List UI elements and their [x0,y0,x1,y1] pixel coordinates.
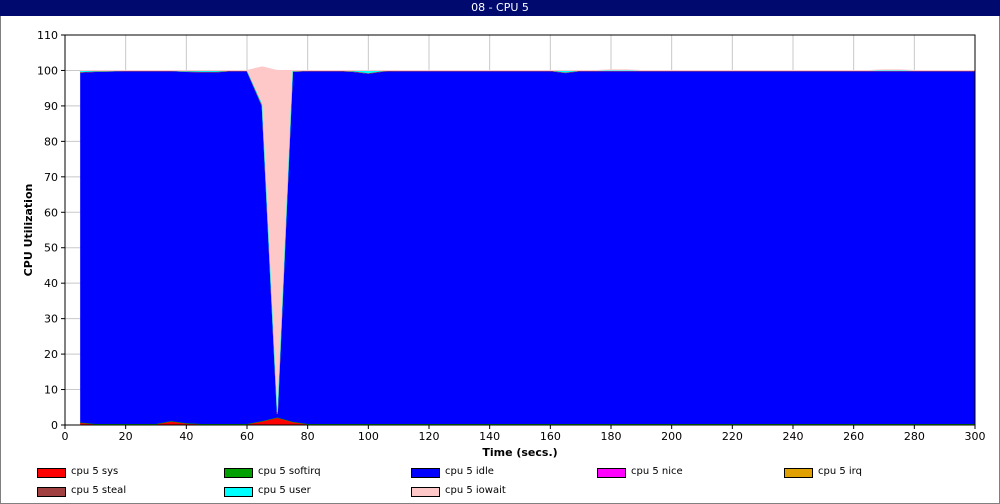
y-tick-label: 60 [44,206,58,219]
legend-swatch [224,487,253,497]
area-cpu-5-idle [80,70,976,424]
x-tick-label: 180 [601,430,622,443]
x-tick-label: 160 [540,430,561,443]
legend-swatch [411,468,440,478]
window-title: 08 - CPU 5 [0,0,1000,16]
y-tick-label: 40 [44,277,58,290]
y-tick-label: 10 [44,384,58,397]
legend-swatch [784,468,813,478]
legend-label: cpu 5 iowait [445,485,506,496]
y-tick-label: 70 [44,171,58,184]
legend-label: cpu 5 user [258,485,311,496]
x-tick-label: 60 [240,430,254,443]
x-tick-label: 300 [965,430,986,443]
x-tick-label: 20 [119,430,133,443]
legend-label: cpu 5 irq [818,466,862,477]
legend-label: cpu 5 steal [71,485,127,496]
y-tick-label: 80 [44,135,58,148]
legend-swatch [37,487,66,497]
y-tick-label: 90 [44,100,58,113]
x-tick-label: 200 [661,430,682,443]
legend-swatch [597,468,626,478]
x-tick-label: 220 [722,430,743,443]
series-cpu-5-idle [80,70,976,424]
x-axis-label: Time (secs.) [482,446,557,459]
legend-label: cpu 5 nice [631,466,683,477]
y-axis-label: CPU Utilization [22,184,35,277]
y-tick-label: 0 [51,419,58,432]
y-tick-label: 30 [44,313,58,326]
x-tick-label: 240 [783,430,804,443]
x-tick-label: 280 [904,430,925,443]
legend-swatch [224,468,253,478]
y-tick-label: 100 [37,64,58,77]
x-tick-label: 120 [419,430,440,443]
x-tick-label: 140 [479,430,500,443]
legend-label: cpu 5 softirq [258,466,321,477]
x-tick-label: 260 [843,430,864,443]
x-tick-label: 40 [179,430,193,443]
legend-label: cpu 5 idle [445,466,494,477]
x-tick-label: 0 [62,430,69,443]
legend-swatch [411,487,440,497]
x-tick-label: 100 [358,430,379,443]
y-tick-label: 110 [37,29,58,42]
y-tick-label: 50 [44,242,58,255]
x-tick-label: 80 [301,430,315,443]
legend-label: cpu 5 sys [71,466,119,477]
legend-swatch [37,468,66,478]
cpu-utilization-chart: 0 20 40 60 80 100 120 140 160 180 200 220 240 260 280 3… [22,29,986,459]
y-tick-label: 20 [44,348,58,361]
